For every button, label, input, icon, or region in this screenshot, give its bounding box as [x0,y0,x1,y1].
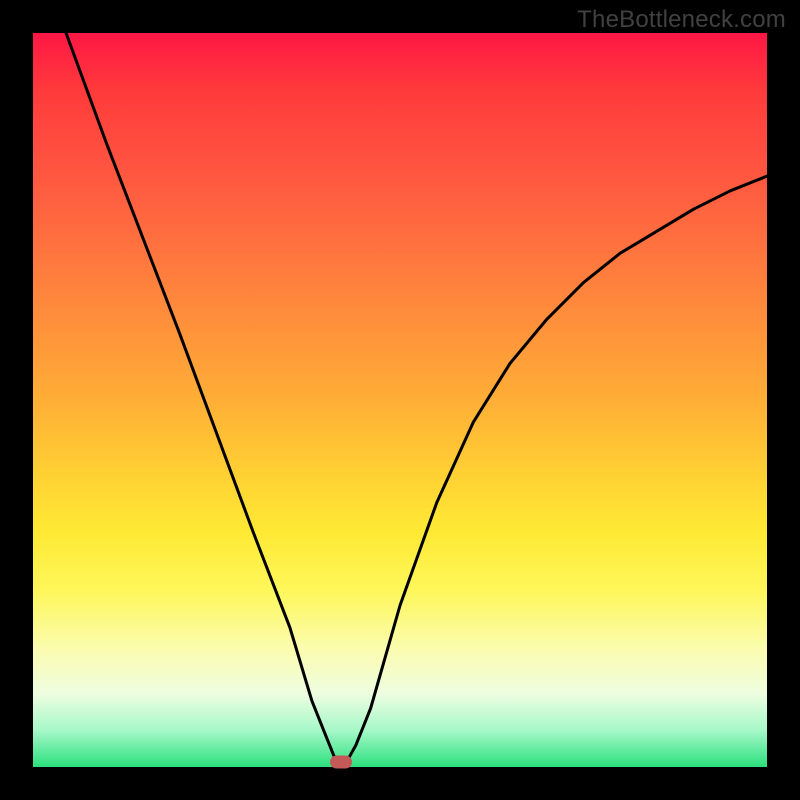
chart-min-marker [330,755,352,768]
chart-plot-area [33,33,767,767]
chart-curve-svg [33,33,767,767]
watermark-text: TheBottleneck.com [577,6,786,34]
chart-curve [66,33,767,762]
